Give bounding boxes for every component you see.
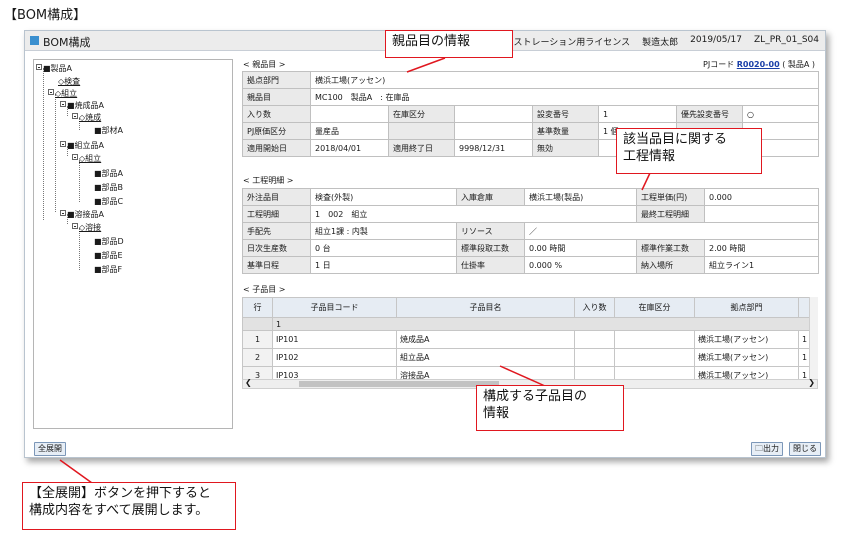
annotation-children-info: 構成する子品目の 情報 [476,385,624,431]
annotation-process-info: 該当品目に関する 工程情報 [616,128,762,174]
arrow-parent-info [406,57,446,73]
annotation-arrows [59,57,651,484]
annotation-expand-all: 【全展開】ボタンを押下すると 構成内容をすべて展開します。 [22,482,236,530]
annotation-parent-info: 親品目の情報 [385,30,513,58]
arrow-process-info [641,172,651,191]
arrow-children-info [499,365,546,387]
arrow-expand-all [59,459,93,484]
